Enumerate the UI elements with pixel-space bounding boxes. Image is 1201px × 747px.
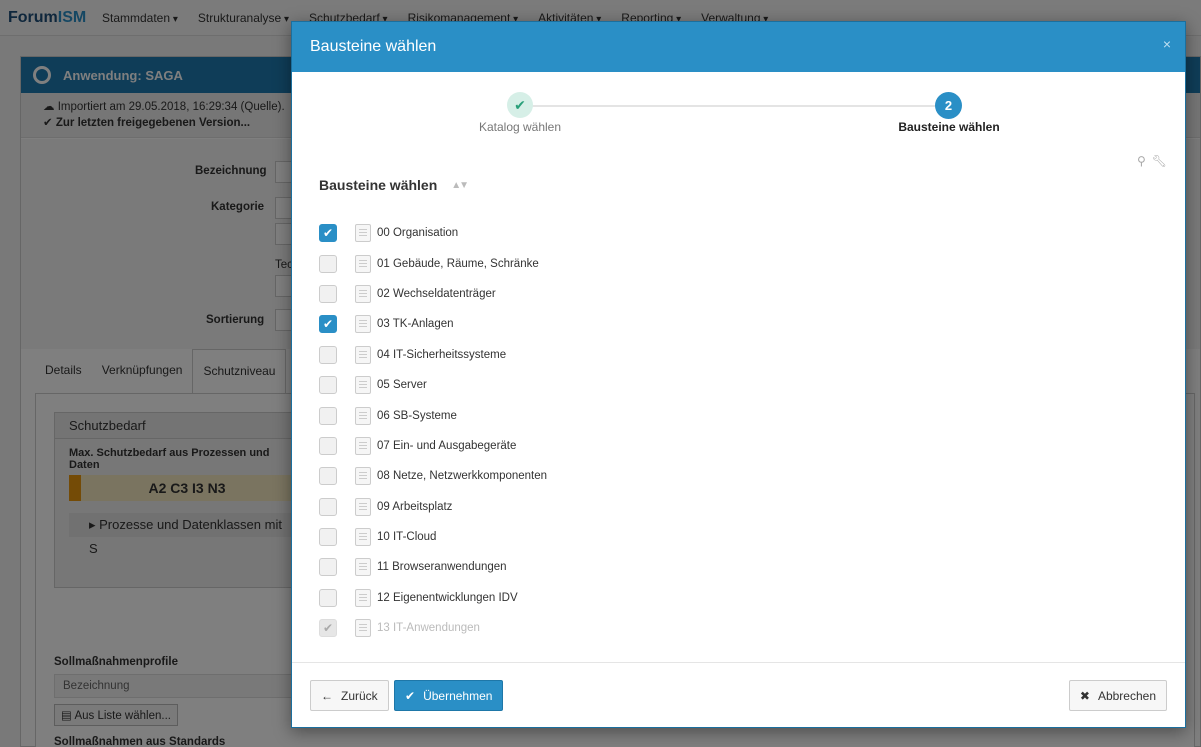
list-item[interactable]: 08 Netze, Netzwerkkomponenten: [319, 461, 1159, 491]
document-icon: [355, 497, 371, 516]
step-2-label: Bausteine wählen: [898, 120, 1000, 134]
document-icon: [355, 254, 371, 273]
modal-title: Bausteine wählen: [310, 38, 437, 55]
item-checkbox[interactable]: [319, 467, 337, 486]
document-icon: [355, 284, 371, 303]
item-checkbox[interactable]: ✔: [319, 315, 337, 334]
cancel-button[interactable]: ✖ Abbrechen: [1068, 680, 1167, 711]
item-label: 02 Wechseldatenträger: [377, 287, 496, 300]
list-item[interactable]: 06 SB-Systeme: [319, 400, 1159, 430]
search-icon[interactable]: ⚲: [1137, 154, 1146, 168]
item-checkbox[interactable]: [319, 497, 337, 516]
document-icon: [355, 315, 371, 334]
item-checkbox[interactable]: [319, 345, 337, 364]
back-button[interactable]: ← Zurück: [310, 680, 389, 711]
list-item[interactable]: 01 Gebäude, Räume, Schränke: [319, 248, 1159, 278]
list-item[interactable]: 11 Browseranwendungen: [319, 552, 1159, 582]
item-label: 09 Arbeitsplatz: [377, 500, 453, 513]
item-checkbox[interactable]: [319, 254, 337, 273]
document-icon: [355, 345, 371, 364]
item-checkbox: ✔: [319, 619, 337, 638]
item-label: 13 IT-Anwendungen: [377, 622, 480, 635]
list-header: Bausteine wählen ▲▼: [319, 177, 469, 193]
list-tools: ⚲ 🔧︎: [1137, 154, 1167, 168]
close-x-icon: ✖: [1079, 688, 1090, 703]
modal-header: Bausteine wählen: [292, 22, 1185, 72]
item-label: 08 Netze, Netzwerkkomponenten: [377, 470, 548, 483]
modal-footer: ← Zurück ✔ Übernehmen ✖ Abbrechen: [292, 662, 1185, 729]
list-item: ✔ 13 IT-Anwendungen: [319, 613, 1159, 643]
document-icon: [355, 406, 371, 425]
item-label: 06 SB-Systeme: [377, 409, 457, 422]
list-item[interactable]: 04 IT-Sicherheitssysteme: [319, 340, 1159, 370]
step-1-label[interactable]: Katalog wählen: [460, 120, 580, 134]
list-item[interactable]: 10 IT-Cloud: [319, 522, 1159, 552]
item-checkbox[interactable]: [319, 376, 337, 395]
wizard-stepper: ✔ Katalog wählen 2 Bausteine wählen: [292, 72, 1185, 152]
item-checkbox[interactable]: [319, 436, 337, 455]
item-label: 00 Organisation: [377, 227, 459, 240]
close-icon[interactable]: ×: [1163, 36, 1171, 52]
list-title: Bausteine wählen: [319, 177, 438, 193]
item-label: 10 IT-Cloud: [377, 531, 437, 544]
wrench-icon[interactable]: 🔧︎: [1152, 154, 1167, 168]
document-icon: [355, 619, 371, 638]
item-checkbox[interactable]: ✔: [319, 224, 337, 243]
list-item[interactable]: 09 Arbeitsplatz: [319, 492, 1159, 522]
item-checkbox[interactable]: [319, 558, 337, 577]
list-item[interactable]: 07 Ein- und Ausgabegeräte: [319, 431, 1159, 461]
bausteine-modal: Bausteine wählen × ✔ Katalog wählen 2 Ba…: [291, 21, 1186, 728]
item-checkbox[interactable]: [319, 406, 337, 425]
item-label: 11 Browseranwendungen: [377, 561, 507, 574]
list-item[interactable]: ✔ 03 TK-Anlagen: [319, 309, 1159, 339]
list-item[interactable]: 12 Eigenentwicklungen IDV: [319, 583, 1159, 613]
document-icon: [355, 528, 371, 547]
check-icon: ✔: [405, 688, 416, 703]
item-label: 12 Eigenentwicklungen IDV: [377, 591, 518, 604]
item-checkbox[interactable]: [319, 528, 337, 547]
step-1-done-icon[interactable]: ✔: [507, 92, 533, 118]
list-item[interactable]: 02 Wechseldatenträger: [319, 279, 1159, 309]
item-label: 03 TK-Anlagen: [377, 318, 454, 331]
list-item[interactable]: 05 Server: [319, 370, 1159, 400]
document-icon: [355, 467, 371, 486]
step-2-indicator: 2: [935, 92, 962, 119]
item-label: 05 Server: [377, 379, 427, 392]
sort-icon[interactable]: ▲▼: [451, 180, 469, 191]
item-label: 04 IT-Sicherheitssysteme: [377, 348, 507, 361]
baustein-list: ✔ 00 Organisation 01 Gebäude, Räume, Schrä…: [319, 218, 1159, 643]
item-checkbox[interactable]: [319, 284, 337, 303]
arrow-left-icon: ←: [321, 688, 333, 703]
item-checkbox[interactable]: [319, 588, 337, 607]
document-icon: [355, 436, 371, 455]
item-label: 01 Gebäude, Räume, Schränke: [377, 257, 539, 270]
document-icon: [355, 558, 371, 577]
document-icon: [355, 224, 371, 243]
document-icon: [355, 376, 371, 395]
document-icon: [355, 588, 371, 607]
item-label: 07 Ein- und Ausgabegeräte: [377, 439, 517, 452]
stepper-connector: [520, 105, 948, 107]
list-item[interactable]: ✔ 00 Organisation: [319, 218, 1159, 248]
apply-button[interactable]: ✔ Übernehmen: [394, 680, 504, 711]
